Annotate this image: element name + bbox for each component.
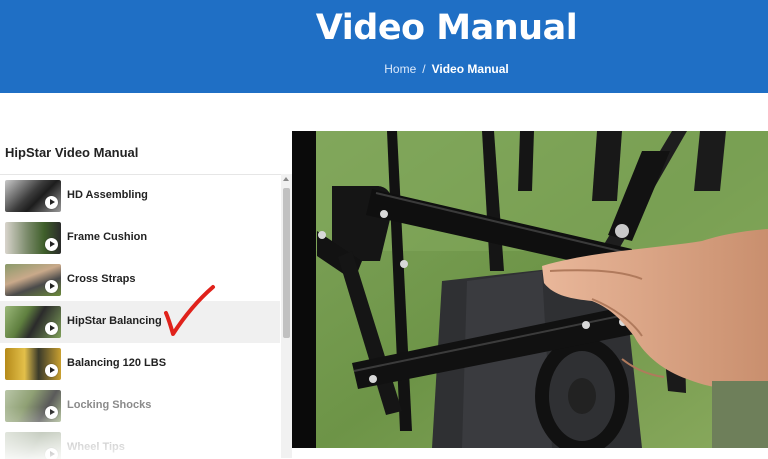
checkmark-annotation-icon xyxy=(164,285,215,336)
play-icon xyxy=(45,322,58,335)
breadcrumb-separator: / xyxy=(422,62,426,76)
video-thumbnail xyxy=(5,432,61,459)
playlist-item-balancing-120-lbs[interactable]: Balancing 120 LBS xyxy=(0,343,280,385)
play-icon xyxy=(45,238,58,251)
play-icon xyxy=(45,406,58,419)
playlist-item-locking-shocks[interactable]: Locking Shocks xyxy=(0,385,280,427)
video-thumbnail xyxy=(5,390,61,422)
play-icon xyxy=(45,448,58,459)
playlist-item-label: Balancing 120 LBS xyxy=(67,357,167,369)
video-thumbnail xyxy=(5,348,61,380)
scrollbar-thumb[interactable] xyxy=(283,188,290,338)
play-icon xyxy=(45,364,58,377)
playlist-item-wheel-tips[interactable]: Wheel Tips xyxy=(0,427,280,459)
playlist-item-cross-straps[interactable]: Cross Straps xyxy=(0,259,280,301)
video-player[interactable] xyxy=(292,131,768,448)
scroll-up-arrow-icon[interactable] xyxy=(283,177,289,181)
playlist-item-frame-cushion[interactable]: Frame Cushion xyxy=(0,217,280,259)
playlist-item-label: Locking Shocks xyxy=(67,399,152,411)
play-icon xyxy=(45,196,58,209)
breadcrumb-home-link[interactable]: Home xyxy=(384,62,416,76)
video-thumbnail xyxy=(5,180,61,212)
playlist-item-label: HD Assembling xyxy=(67,189,148,201)
play-icon xyxy=(45,280,58,293)
playlist-item-label: Frame Cushion xyxy=(67,231,148,243)
video-playlist[interactable]: HD Assembling Frame Cushion Cross Straps… xyxy=(0,174,292,459)
playlist-item-label: Wheel Tips xyxy=(67,441,125,453)
playlist-item-label: HipStar Balancing xyxy=(67,315,162,327)
video-thumbnail xyxy=(5,264,61,296)
page-title: Video Manual xyxy=(315,8,578,48)
video-thumbnail xyxy=(5,306,61,338)
page-header: Video Manual Home / Video Manual xyxy=(0,0,768,93)
playlist-item-label: Cross Straps xyxy=(67,273,136,285)
playlist-scrollbar[interactable] xyxy=(281,174,292,458)
playlist-item-hipstar-balancing[interactable]: HipStar Balancing xyxy=(0,301,280,343)
video-thumbnail xyxy=(5,222,61,254)
playlist-title: HipStar Video Manual xyxy=(5,145,139,160)
breadcrumb-current: Video Manual xyxy=(431,62,509,76)
breadcrumb: Home / Video Manual xyxy=(0,62,768,76)
video-frame-image xyxy=(292,131,768,448)
playlist-item-hd-assembling[interactable]: HD Assembling xyxy=(0,175,280,217)
